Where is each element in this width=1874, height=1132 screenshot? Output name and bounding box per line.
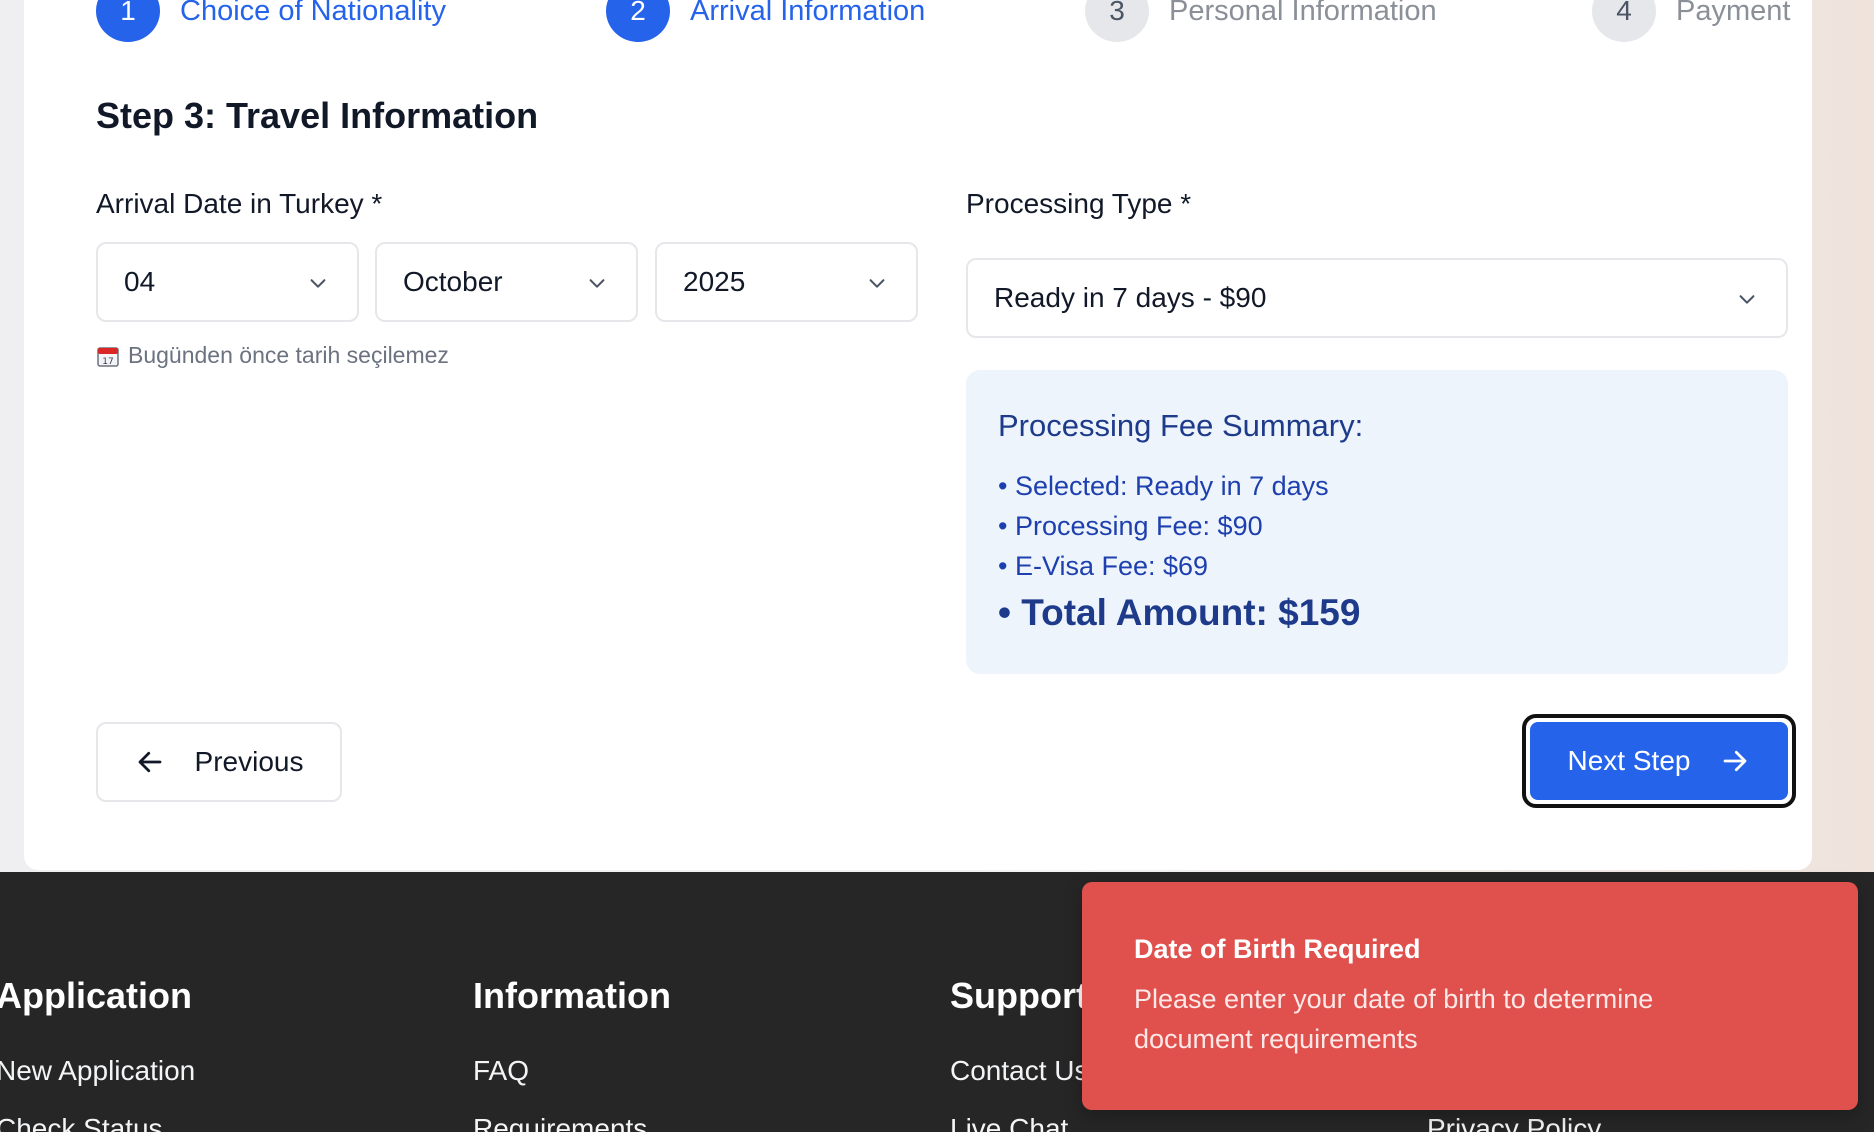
select-value: 2025 bbox=[683, 266, 746, 297]
footer-link-privacy-policy[interactable]: Privacy Policy bbox=[1427, 1113, 1601, 1132]
step-payment[interactable]: 4 Payment bbox=[1592, 0, 1790, 42]
processing-type-label: Processing Type * bbox=[966, 188, 1192, 219]
processing-type-select[interactable]: Ready in 7 days - $90 bbox=[966, 258, 1788, 338]
fee-summary-panel: Processing Fee Summary: • Selected: Read… bbox=[966, 370, 1788, 674]
page-title: Step 3: Travel Information bbox=[96, 95, 539, 136]
footer-column-application: Application New Application Check Status bbox=[0, 975, 195, 1132]
arrow-right-icon bbox=[1724, 750, 1747, 772]
select-value: 04 bbox=[124, 266, 156, 297]
next-step-focus-ring: Next Step bbox=[1522, 714, 1796, 808]
footer-column-support: Support Contact Us Live Chat bbox=[950, 975, 1089, 1132]
previous-label: Previous bbox=[194, 746, 304, 777]
footer-link-check-status[interactable]: Check Status bbox=[0, 1113, 195, 1132]
arrow-left-icon bbox=[138, 751, 161, 773]
select-value: October bbox=[403, 266, 503, 297]
step-label: Personal Information bbox=[1169, 0, 1437, 27]
toast-message: Please enter your date of birth to deter… bbox=[1134, 984, 1654, 1054]
step-label: Arrival Information bbox=[690, 0, 926, 27]
step-number: 4 bbox=[1592, 0, 1656, 42]
step-label: Choice of Nationality bbox=[180, 0, 446, 27]
step-number: 3 bbox=[1085, 0, 1149, 42]
chevron-down-icon bbox=[1739, 295, 1755, 304]
footer-link-contact-us[interactable]: Contact Us bbox=[950, 1055, 1089, 1087]
arrival-year-select[interactable]: 2025 bbox=[655, 242, 918, 322]
chevron-down-icon bbox=[310, 279, 326, 288]
application-card: 1 Choice of Nationality 2 Arrival Inform… bbox=[24, 0, 1812, 870]
arrival-month-select[interactable]: October bbox=[375, 242, 638, 322]
footer-link-faq[interactable]: FAQ bbox=[473, 1055, 671, 1087]
footer-heading: Information bbox=[473, 975, 671, 1016]
step-label: Payment bbox=[1676, 0, 1791, 27]
footer-column-information: Information FAQ Requirements bbox=[473, 975, 671, 1132]
step-choice-of-nationality[interactable]: 1 Choice of Nationality bbox=[96, 0, 446, 42]
step-number: 2 bbox=[606, 0, 670, 42]
summary-heading: Processing Fee Summary: bbox=[998, 408, 1364, 443]
summary-processing-fee: • Processing Fee: $90 bbox=[998, 511, 1263, 541]
svg-text:17: 17 bbox=[102, 357, 113, 367]
summary-total: • Total Amount: $159 bbox=[998, 592, 1361, 633]
summary-selected: • Selected: Ready in 7 days bbox=[998, 471, 1329, 501]
hint-text: Bugünden önce tarih seçilemez bbox=[128, 342, 449, 368]
step-number: 1 bbox=[96, 0, 160, 42]
select-value: Ready in 7 days - $90 bbox=[994, 282, 1267, 313]
error-toast[interactable]: Date of Birth Required Please enter your… bbox=[1082, 882, 1858, 1110]
footer-heading: Support bbox=[950, 975, 1088, 1016]
summary-evisa-fee: • E-Visa Fee: $69 bbox=[998, 551, 1209, 581]
footer-link-live-chat[interactable]: Live Chat bbox=[950, 1113, 1089, 1132]
footer-heading: Application bbox=[0, 975, 192, 1016]
step-personal-information[interactable]: 3 Personal Information bbox=[1085, 0, 1437, 42]
chevron-down-icon bbox=[589, 279, 605, 288]
next-step-button[interactable]: Next Step bbox=[1530, 722, 1788, 800]
arrival-day-select[interactable]: 04 bbox=[96, 242, 359, 322]
step-arrival-information[interactable]: 2 Arrival Information bbox=[606, 0, 925, 42]
chevron-down-icon bbox=[869, 279, 885, 288]
previous-button[interactable]: Previous bbox=[96, 722, 342, 802]
calendar-icon: 17 bbox=[97, 346, 119, 367]
footer-link-new-application[interactable]: New Application bbox=[0, 1055, 195, 1087]
next-step-label: Next Step bbox=[1567, 745, 1691, 776]
date-hint: 17 Bugünden önce tarih seçilemez bbox=[96, 342, 449, 369]
toast-title: Date of Birth Required bbox=[1134, 934, 1421, 964]
footer-link-requirements[interactable]: Requirements bbox=[473, 1113, 671, 1132]
arrival-date-label: Arrival Date in Turkey * bbox=[96, 188, 383, 219]
